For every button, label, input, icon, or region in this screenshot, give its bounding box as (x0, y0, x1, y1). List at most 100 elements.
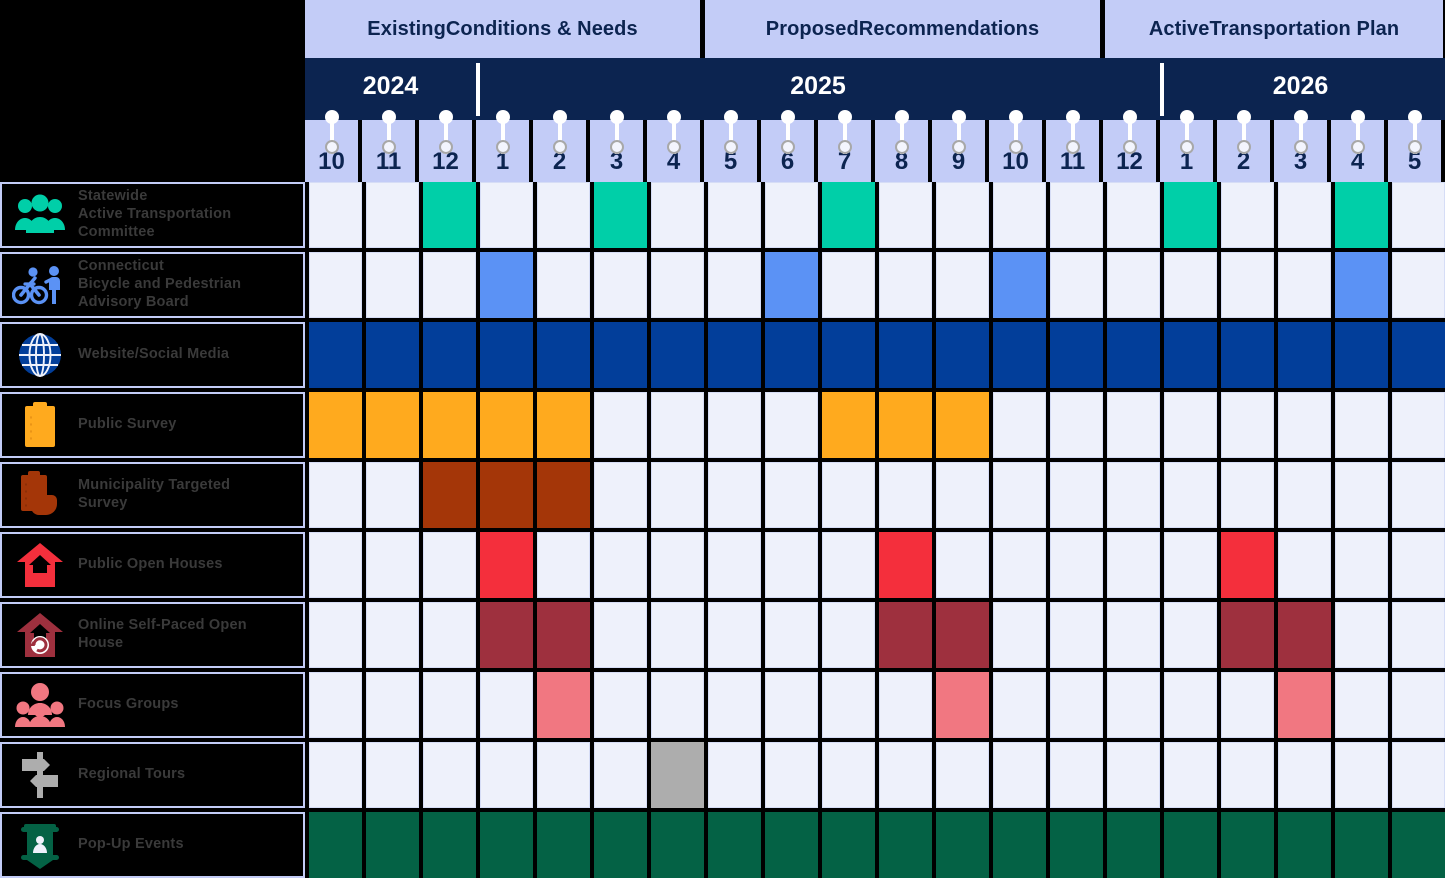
activity-cell-empty[interactable] (1392, 392, 1445, 458)
activity-cell-empty[interactable] (1335, 392, 1388, 458)
activity-cell-empty[interactable] (366, 252, 419, 318)
activity-cell-active[interactable] (1221, 532, 1274, 598)
activity-label-online-self-paced-open-house[interactable]: Online Self-Paced Open House (0, 602, 305, 668)
activity-cell-empty[interactable] (765, 742, 818, 808)
activity-cell-active[interactable] (879, 322, 932, 388)
activity-cell-empty[interactable] (1107, 252, 1160, 318)
activity-cell-empty[interactable] (1221, 672, 1274, 738)
activity-cell-empty[interactable] (309, 252, 362, 318)
month-header-cell[interactable]: 11 (1046, 120, 1099, 182)
activity-cell-empty[interactable] (708, 532, 761, 598)
activity-cell-active[interactable] (879, 392, 932, 458)
activity-cell-empty[interactable] (309, 462, 362, 528)
activity-cell-active[interactable] (1278, 602, 1331, 668)
activity-cell-active[interactable] (537, 812, 590, 878)
activity-cell-empty[interactable] (594, 252, 647, 318)
activity-cell-empty[interactable] (708, 182, 761, 248)
activity-cell-empty[interactable] (1107, 182, 1160, 248)
activity-cell-active[interactable] (423, 462, 476, 528)
activity-cell-empty[interactable] (822, 602, 875, 668)
activity-cell-active[interactable] (1164, 322, 1217, 388)
activity-cell-empty[interactable] (594, 532, 647, 598)
activity-cell-empty[interactable] (1107, 532, 1160, 598)
activity-cell-active[interactable] (537, 392, 590, 458)
activity-cell-empty[interactable] (1335, 672, 1388, 738)
activity-cell-empty[interactable] (879, 742, 932, 808)
activity-cell-empty[interactable] (708, 252, 761, 318)
activity-cell-active[interactable] (594, 182, 647, 248)
activity-cell-active[interactable] (1335, 182, 1388, 248)
activity-cell-empty[interactable] (1278, 462, 1331, 528)
activity-cell-empty[interactable] (1107, 392, 1160, 458)
activity-cell-empty[interactable] (822, 532, 875, 598)
activity-cell-empty[interactable] (366, 742, 419, 808)
activity-cell-active[interactable] (936, 392, 989, 458)
activity-cell-active[interactable] (822, 322, 875, 388)
activity-cell-empty[interactable] (765, 602, 818, 668)
activity-cell-empty[interactable] (1221, 462, 1274, 528)
activity-cell-active[interactable] (765, 252, 818, 318)
activity-cell-empty[interactable] (1392, 462, 1445, 528)
activity-cell-active[interactable] (423, 182, 476, 248)
activity-cell-empty[interactable] (765, 462, 818, 528)
activity-label-ct-bike-ped-advisory[interactable]: Connecticut Bicycle and Pedestrian Advisor… (0, 252, 305, 318)
activity-cell-empty[interactable] (1164, 392, 1217, 458)
month-header-cell[interactable]: 10 (989, 120, 1042, 182)
activity-cell-empty[interactable] (1050, 742, 1103, 808)
activity-cell-empty[interactable] (651, 602, 704, 668)
activity-cell-empty[interactable] (1050, 182, 1103, 248)
activity-cell-active[interactable] (1278, 812, 1331, 878)
activity-cell-empty[interactable] (423, 672, 476, 738)
activity-cell-active[interactable] (651, 322, 704, 388)
activity-label-website-social-media[interactable]: Website/Social Media (0, 322, 305, 388)
activity-label-pop-up-events[interactable]: Pop-Up Events (0, 812, 305, 878)
activity-cell-empty[interactable] (1164, 462, 1217, 528)
activity-cell-empty[interactable] (765, 182, 818, 248)
activity-cell-active[interactable] (936, 322, 989, 388)
activity-cell-empty[interactable] (1050, 602, 1103, 668)
activity-cell-empty[interactable] (537, 182, 590, 248)
activity-cell-empty[interactable] (1164, 252, 1217, 318)
activity-cell-empty[interactable] (879, 462, 932, 528)
activity-cell-empty[interactable] (936, 252, 989, 318)
activity-cell-empty[interactable] (1050, 532, 1103, 598)
activity-cell-empty[interactable] (822, 252, 875, 318)
activity-cell-empty[interactable] (993, 462, 1046, 528)
activity-cell-active[interactable] (309, 392, 362, 458)
activity-cell-active[interactable] (993, 812, 1046, 878)
month-header-cell[interactable]: 11 (362, 120, 415, 182)
activity-cell-active[interactable] (822, 392, 875, 458)
activity-cell-active[interactable] (480, 602, 533, 668)
activity-cell-active[interactable] (822, 812, 875, 878)
activity-cell-empty[interactable] (1107, 602, 1160, 668)
activity-cell-active[interactable] (1221, 322, 1274, 388)
activity-cell-empty[interactable] (936, 532, 989, 598)
activity-cell-empty[interactable] (1107, 672, 1160, 738)
activity-cell-empty[interactable] (594, 602, 647, 668)
activity-cell-empty[interactable] (993, 742, 1046, 808)
activity-cell-active[interactable] (537, 462, 590, 528)
activity-cell-active[interactable] (594, 322, 647, 388)
activity-cell-empty[interactable] (423, 532, 476, 598)
activity-cell-active[interactable] (1278, 322, 1331, 388)
activity-cell-active[interactable] (879, 602, 932, 668)
activity-cell-active[interactable] (537, 672, 590, 738)
activity-cell-empty[interactable] (651, 392, 704, 458)
activity-cell-active[interactable] (480, 812, 533, 878)
activity-cell-empty[interactable] (1164, 532, 1217, 598)
activity-cell-active[interactable] (480, 462, 533, 528)
activity-cell-empty[interactable] (537, 252, 590, 318)
activity-cell-active[interactable] (480, 532, 533, 598)
activity-cell-empty[interactable] (309, 742, 362, 808)
month-header-cell[interactable]: 6 (761, 120, 814, 182)
month-header-cell[interactable]: 1 (476, 120, 529, 182)
activity-cell-empty[interactable] (651, 672, 704, 738)
activity-cell-empty[interactable] (1392, 182, 1445, 248)
month-header-cell[interactable]: 7 (818, 120, 871, 182)
activity-cell-empty[interactable] (423, 252, 476, 318)
activity-cell-empty[interactable] (708, 392, 761, 458)
activity-label-statewide-atc[interactable]: Statewide Active Transportation Committee (0, 182, 305, 248)
activity-cell-empty[interactable] (1278, 252, 1331, 318)
activity-cell-empty[interactable] (1278, 182, 1331, 248)
activity-cell-empty[interactable] (480, 182, 533, 248)
